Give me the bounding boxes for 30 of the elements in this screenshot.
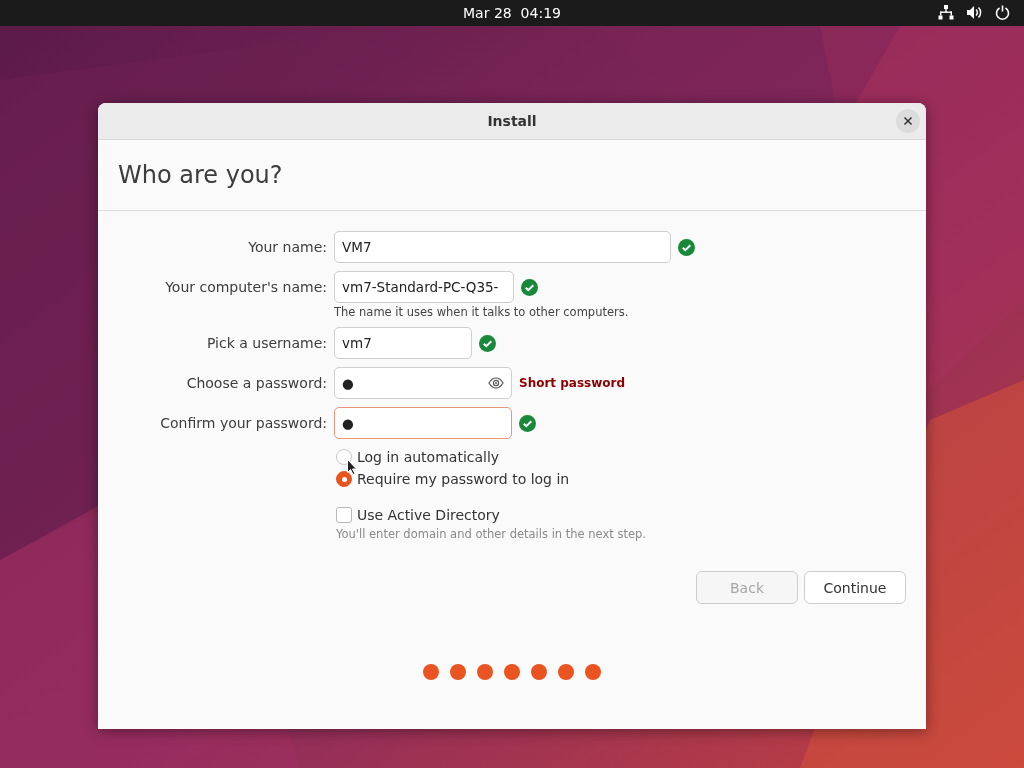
close-button[interactable]	[896, 109, 920, 133]
volume-icon[interactable]	[966, 5, 983, 20]
radio-label[interactable]: Require my password to log in	[357, 471, 570, 487]
field-label: Choose a password:	[185, 375, 327, 391]
radio-button[interactable]	[336, 471, 352, 487]
input-field[interactable]: vm7	[334, 327, 472, 359]
field-label: Pick a username:	[205, 335, 327, 351]
input-field[interactable]: vm7-Standard-PC-Q35-	[334, 271, 514, 303]
radio-button[interactable]	[336, 449, 352, 465]
network-icon[interactable]	[938, 5, 954, 20]
input-field[interactable]: ●	[334, 367, 512, 399]
hint-text: The name it uses when it talks to other computers.	[334, 305, 630, 319]
field-label: Your computer's name:	[164, 279, 327, 295]
input-field[interactable]: VM7	[334, 231, 671, 263]
radio-label[interactable]: Log in automatically	[357, 449, 500, 465]
continue-button[interactable]: Continue	[804, 571, 906, 604]
error-message: Short password	[519, 376, 626, 390]
mouse-cursor	[347, 459, 357, 475]
page-heading: Who are you?	[118, 161, 283, 189]
clock[interactable]: Mar 28 04:19	[463, 5, 561, 21]
eye-icon[interactable]	[488, 377, 504, 389]
field-label: Confirm your password:	[159, 415, 327, 431]
checkbox-label[interactable]: Use Active Directory	[357, 507, 500, 523]
checkbox[interactable]	[336, 507, 352, 523]
close-icon	[903, 116, 913, 126]
field-label: Your name:	[247, 239, 327, 255]
input-field[interactable]: ●	[334, 407, 512, 439]
power-icon[interactable]	[995, 5, 1010, 20]
window-title: Install	[487, 113, 537, 129]
hint-text: You'll enter domain and other details in the next step.	[336, 527, 647, 541]
